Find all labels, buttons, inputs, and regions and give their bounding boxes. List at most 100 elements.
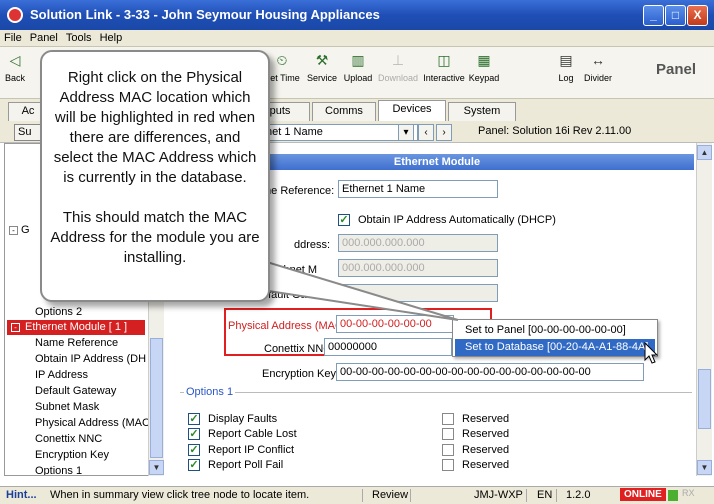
instruction-callout: Right click on the Physical Address MAC … [40, 50, 270, 302]
dhcp-checkbox[interactable]: ✓ [338, 214, 350, 226]
status-divider [526, 489, 527, 502]
interactive-button[interactable]: ◫ Interactive [420, 51, 468, 83]
hint-text: When in summary view click tree node to … [50, 489, 310, 501]
expand-icon[interactable]: - [9, 226, 18, 235]
set-to-panel-item[interactable]: Set to Panel [00-00-00-00-00-00] [455, 322, 655, 339]
enc-field[interactable]: 00-00-00-00-00-00-00-00-00-00-00-00-00-0… [336, 363, 644, 381]
interactive-icon: ◫ [437, 52, 451, 68]
title-bar: Solution Link - 3-33 - John Seymour Hous… [0, 0, 714, 30]
wrench-icon: ⚒ [315, 52, 329, 68]
tree-node-child[interactable]: Default Gateway [35, 385, 116, 397]
enc-label: Encryption Key: [262, 368, 340, 380]
download-button[interactable]: ⊥ Download [376, 51, 420, 83]
tree-node-label: Ethernet Module [ 1 ] [25, 321, 128, 333]
menu-bar: File Panel Tools Help [0, 30, 714, 47]
nnc-field[interactable]: 00000000 [324, 338, 452, 356]
report-cable-lost-checkbox[interactable]: ✓ [188, 428, 200, 440]
tree-node-child[interactable]: Options 1 [35, 465, 82, 475]
version-status: 1.2.0 [566, 489, 591, 501]
reserved-checkbox[interactable] [442, 428, 454, 440]
upload-button[interactable]: ▥ Upload [338, 51, 378, 83]
language-status: EN [537, 489, 553, 501]
tree-node-child[interactable]: Subnet Mask [35, 401, 99, 413]
keypad-icon: ▦ [477, 52, 491, 68]
name-ref-label: me Reference: [262, 185, 335, 197]
option-label: Display Faults [208, 413, 278, 425]
callout-text-1: Right click on the Physical Address MAC … [53, 69, 257, 186]
scroll-down-icon[interactable]: ▼ [697, 460, 712, 475]
scroll-up-icon[interactable]: ▲ [697, 145, 712, 160]
report-ip-conflict-checkbox[interactable]: ✓ [188, 444, 200, 456]
tree-node-child[interactable]: IP Address [35, 369, 88, 381]
menu-help[interactable]: Help [96, 30, 127, 46]
option-label: Reserved [462, 413, 510, 425]
close-button[interactable]: X [687, 5, 708, 26]
callout-text-2: This should match the MAC Address for th… [50, 209, 260, 266]
tree-node-options2[interactable]: Options 2 [35, 306, 82, 318]
next-button[interactable]: › [436, 124, 452, 141]
report-poll-fail-checkbox[interactable]: ✓ [188, 459, 200, 471]
name-ref-field[interactable]: Ethernet 1 Name [338, 180, 498, 198]
tab-devices[interactable]: Devices [378, 100, 446, 121]
content-scrollbar[interactable]: ▲ ▼ [696, 143, 712, 476]
tree-node-child[interactable]: Encryption Key [35, 449, 109, 461]
app-icon [7, 7, 23, 23]
menu-panel[interactable]: Panel [26, 30, 62, 46]
option-label: Reserved [462, 459, 510, 471]
chevron-down-icon[interactable]: ▾ [398, 124, 414, 141]
content-scroll-thumb[interactable] [698, 369, 711, 429]
reserved-checkbox[interactable] [442, 413, 454, 425]
status-divider [362, 489, 363, 502]
tree-scroll-thumb[interactable] [150, 338, 163, 458]
dhcp-label: Obtain IP Address Automatically (DHCP) [358, 214, 556, 226]
service-button[interactable]: ⚒ Service [302, 51, 342, 83]
set-to-database-item[interactable]: Set to Database [00-20-4A-A1-88-4A] [455, 339, 655, 356]
options1-group: Options 1 ✓ Display Faults ✓ Report Cabl… [180, 386, 692, 476]
panel-info: Panel: Solution 16i Rev 2.11.00 [478, 125, 632, 137]
clock-icon: ⏲ [276, 52, 288, 68]
menu-tools[interactable]: Tools [62, 30, 96, 46]
option-label: Report Poll Fail [208, 459, 284, 471]
hint-label: Hint... [6, 489, 37, 501]
collapse-icon[interactable]: - [11, 323, 20, 332]
tree-node-group[interactable]: G [21, 224, 30, 236]
status-bar: Hint... When in summary view click tree … [0, 486, 714, 504]
keypad-button[interactable]: ▦ Keypad [464, 51, 504, 83]
back-button[interactable]: ◁ Back [0, 51, 30, 83]
tab-system[interactable]: System [448, 102, 516, 121]
menu-file[interactable]: File [0, 30, 26, 46]
computer-name: JMJ-WXP [474, 489, 523, 501]
maximize-button[interactable]: □ [665, 5, 686, 26]
scroll-down-icon[interactable]: ▼ [149, 460, 164, 475]
options1-title: Options 1 [184, 386, 236, 398]
option-label: Report Cable Lost [208, 428, 297, 440]
window-title: Solution Link - 3-33 - John Seymour Hous… [30, 7, 380, 22]
divider-icon: ↔ [591, 52, 605, 68]
minimize-button[interactable]: _ [643, 5, 664, 26]
display-faults-checkbox[interactable]: ✓ [188, 413, 200, 425]
option-label: Report IP Conflict [208, 444, 295, 456]
reserved-checkbox[interactable] [442, 444, 454, 456]
context-menu: Set to Panel [00-00-00-00-00-00] Set to … [452, 319, 658, 357]
upload-icon: ▥ [351, 52, 365, 68]
status-divider [410, 489, 411, 502]
tab-comms[interactable]: Comms [312, 102, 376, 121]
prev-button[interactable]: ‹ [418, 124, 434, 141]
status-divider [556, 489, 557, 502]
download-icon: ⊥ [391, 52, 405, 68]
option-label: Reserved [462, 444, 510, 456]
reserved-checkbox[interactable] [442, 459, 454, 471]
tree-node-child[interactable]: Name Reference [35, 337, 118, 349]
tree-node-selected[interactable]: - Ethernet Module [ 1 ] [7, 320, 145, 335]
tree-node-child[interactable]: Physical Address (MAC [35, 417, 150, 429]
log-icon: ▤ [559, 52, 573, 68]
option-label: Reserved [462, 428, 510, 440]
tree-node-child[interactable]: Conettix NNC [35, 433, 102, 445]
tree-node-child[interactable]: Obtain IP Address (DH [35, 353, 146, 365]
panel-button[interactable]: Panel [656, 61, 696, 78]
mouse-cursor-icon [644, 342, 658, 364]
tx-indicator [668, 490, 678, 501]
divider-button[interactable]: ↔ Divider [578, 51, 618, 83]
callout-pointer [260, 258, 459, 321]
back-icon: ◁ [9, 52, 21, 68]
